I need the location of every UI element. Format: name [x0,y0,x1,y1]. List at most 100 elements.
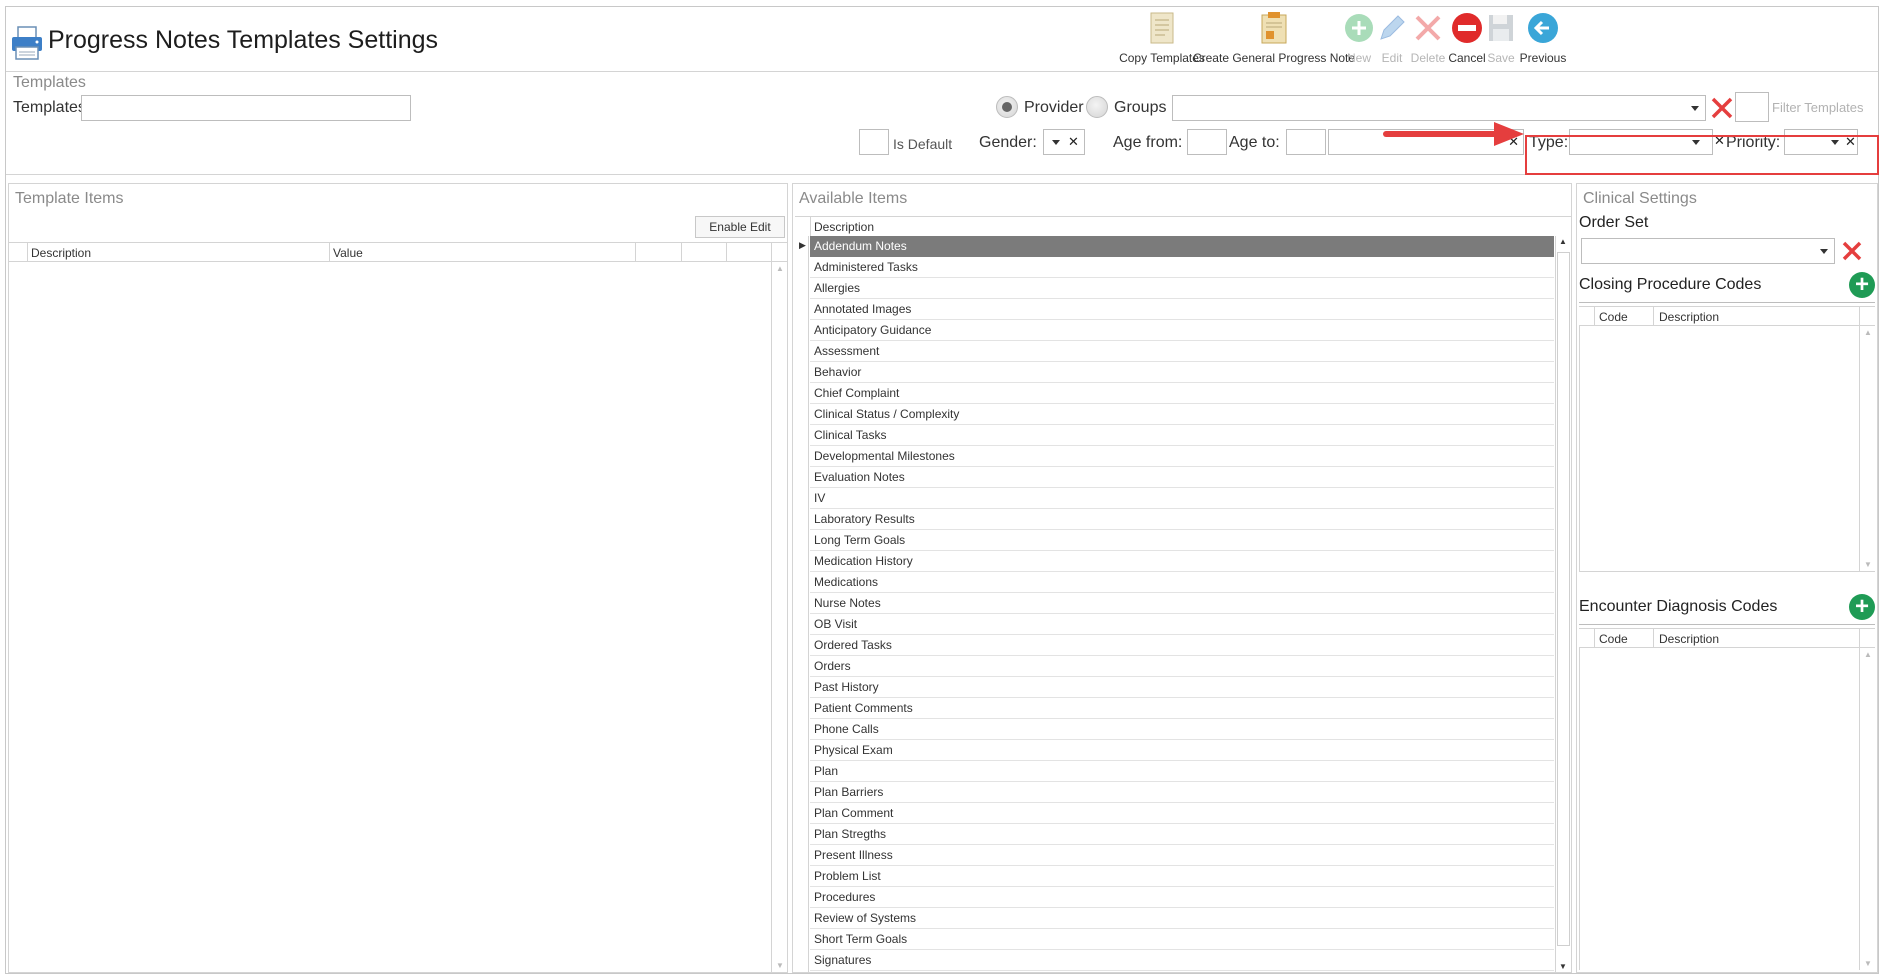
red-arrow-icon [1382,120,1527,153]
chevron-down-icon [1820,249,1828,254]
list-item[interactable]: Medication History [810,551,1554,572]
list-item[interactable]: Patient Comments [810,698,1554,719]
list-item[interactable]: Plan [810,761,1554,782]
list-item[interactable]: Evaluation Notes [810,467,1554,488]
list-item[interactable]: Orders [810,656,1554,677]
list-item[interactable]: Ordered Tasks [810,635,1554,656]
list-item[interactable]: Addendum Notes [810,236,1554,257]
grid-divider [329,243,330,261]
clear-order-set-icon[interactable] [1841,240,1863,262]
gender-select[interactable]: ✕ [1043,129,1085,155]
copy-templates-button[interactable]: Copy Templates [1119,9,1205,71]
list-item[interactable]: Procedures [810,887,1554,908]
col-code: Code [1599,632,1628,646]
list-item[interactable]: Anticipatory Guidance [810,320,1554,341]
divider [1579,624,1875,625]
scroll-down-icon[interactable]: ▼ [1864,560,1872,569]
age-from-input[interactable] [1187,129,1227,155]
list-item[interactable]: Nurse Notes [810,593,1554,614]
grid-divider [681,243,682,261]
list-item[interactable]: Assessment [810,341,1554,362]
gender-label: Gender: [979,134,1037,151]
templates-label: Templates: [13,99,91,116]
provider-groups-select[interactable] [1172,95,1706,121]
list-item[interactable]: Plan Stregths [810,824,1554,845]
age-to-input[interactable] [1286,129,1326,155]
encounter-codes-grid-header: Code Description [1579,628,1875,648]
list-item[interactable]: Annotated Images [810,299,1554,320]
groups-radio[interactable] [1086,96,1108,118]
list-item[interactable]: Review of Systems [810,908,1554,929]
list-item[interactable]: Past History [810,677,1554,698]
cancel-button[interactable]: Cancel [1447,9,1487,71]
grid-divider [635,243,636,261]
edit-button[interactable]: Edit [1374,9,1410,71]
col-description: Description [1659,632,1720,646]
scroll-up-icon[interactable]: ▲ [776,264,784,273]
scroll-thumb[interactable] [1557,252,1570,946]
previous-button[interactable]: Previous [1516,9,1570,71]
provider-radio[interactable] [996,96,1018,118]
col-value: Value [333,246,363,260]
scroll-up-icon[interactable]: ▲ [1559,237,1567,246]
scroll-up-icon[interactable]: ▲ [1864,650,1872,659]
encounter-codes-scrollbar[interactable]: ▲ ▼ [1859,648,1875,970]
current-row-icon: ▶ [799,240,806,250]
list-item[interactable]: Behavior [810,362,1554,383]
list-item[interactable]: OB Visit [810,614,1554,635]
chevron-down-icon [1691,106,1699,111]
scroll-down-icon[interactable]: ▼ [1864,959,1872,968]
grid-divider [1859,307,1860,325]
template-items-title: Template Items [15,190,124,207]
clear-gender-icon[interactable]: ✕ [1068,134,1079,150]
clear-x-icon[interactable] [1710,96,1734,120]
available-items-panel: Available Items Description ▶ ▲ ▼ Addend… [792,183,1572,973]
list-item[interactable]: Laboratory Results [810,509,1554,530]
scroll-down-icon[interactable]: ▼ [776,961,784,970]
available-items-title: Available Items [799,190,908,207]
delete-button[interactable]: Delete [1408,9,1448,71]
list-item[interactable]: IV [810,488,1554,509]
list-item[interactable]: Long Term Goals [810,530,1554,551]
closing-codes-scrollbar[interactable]: ▲ ▼ [1859,326,1875,571]
list-item[interactable]: Problem List [810,866,1554,887]
list-item[interactable]: Physical Exam [810,740,1554,761]
grid-divider [27,243,28,261]
list-item[interactable]: Chief Complaint [810,383,1554,404]
clipboard-icon [1256,9,1292,47]
list-item[interactable]: Allergies [810,278,1554,299]
closing-codes-grid-body: ▲ ▼ [1579,326,1875,572]
add-closing-code-button[interactable]: + [1849,272,1875,298]
filter-checkbox[interactable] [1735,92,1769,122]
save-button[interactable]: Save [1484,9,1518,71]
list-item[interactable]: Plan Comment [810,803,1554,824]
order-set-select[interactable] [1581,238,1835,264]
list-item[interactable]: Medications [810,572,1554,593]
list-item[interactable]: Short Term Goals [810,929,1554,950]
scroll-down-icon[interactable]: ▼ [1559,962,1567,971]
list-item[interactable]: Clinical Status / Complexity [810,404,1554,425]
list-item[interactable]: Signatures [810,950,1554,971]
list-item[interactable]: Administered Tasks [810,257,1554,278]
create-general-progress-note-button[interactable]: Create General Progress Note [1193,9,1355,71]
encounter-codes-grid-body: ▲ ▼ [1579,648,1875,970]
list-item[interactable]: Present Illness [810,845,1554,866]
grid-divider [771,243,772,261]
clinical-settings-title: Clinical Settings [1583,190,1697,207]
list-item[interactable]: Plan Barriers [810,782,1554,803]
grid-divider [1653,629,1654,647]
list-item[interactable]: Developmental Milestones [810,446,1554,467]
available-items-scrollbar[interactable]: ▲ ▼ [1555,236,1571,972]
new-button[interactable]: New [1341,9,1377,71]
page-title: Progress Notes Templates Settings [48,26,439,54]
template-items-scrollbar[interactable]: ▲ ▼ [771,262,787,972]
enable-edit-button[interactable]: Enable Edit [695,216,785,238]
is-default-checkbox[interactable] [859,129,889,155]
templates-section-title: Templates [13,74,86,91]
list-item[interactable]: Phone Calls [810,719,1554,740]
templates-input[interactable] [81,95,411,121]
grid-divider [1653,307,1654,325]
scroll-up-icon[interactable]: ▲ [1864,328,1872,337]
list-item[interactable]: Clinical Tasks [810,425,1554,446]
add-encounter-code-button[interactable]: + [1849,594,1875,620]
